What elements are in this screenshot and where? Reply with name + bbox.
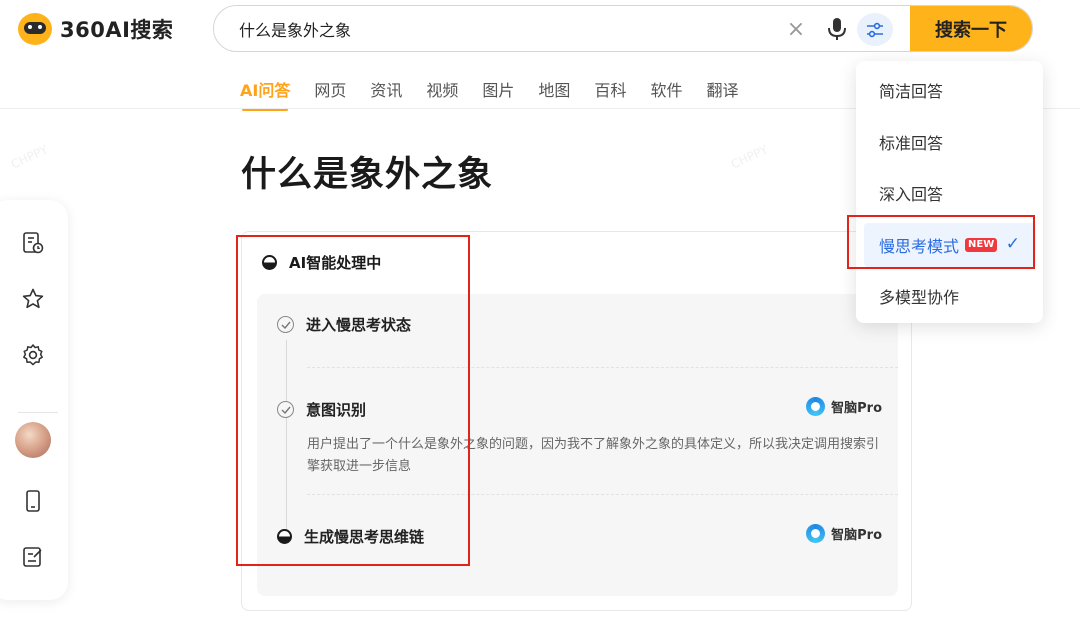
star-icon[interactable] xyxy=(20,286,46,312)
avatar[interactable] xyxy=(15,422,51,458)
watermark: CHPPY xyxy=(8,142,51,172)
zhinao-logo-icon xyxy=(806,397,826,416)
check-circle-icon xyxy=(277,401,294,418)
mode-option-label: 慢思考模式 xyxy=(879,237,960,256)
step-title: 意图识别 xyxy=(306,401,367,419)
tab-ai-qa[interactable]: AI问答 xyxy=(240,77,290,111)
step-connector-line xyxy=(286,340,287,536)
tab-images[interactable]: 图片 xyxy=(482,77,514,105)
ai-answer-card: AI智能处理中 进入慢思考状态 意图识别 智脑Pro 用户提出了一个什么是象外之… xyxy=(241,231,912,611)
model-name: 智脑Pro xyxy=(831,528,882,543)
search-button[interactable]: 搜索一下 xyxy=(910,6,1032,51)
page-title: 什么是象外之象 xyxy=(241,155,494,195)
model-name: 智脑Pro xyxy=(831,401,882,416)
tab-news[interactable]: 资讯 xyxy=(370,77,402,105)
checkmark-icon: ✓ xyxy=(1005,234,1020,254)
answer-mode-button[interactable] xyxy=(857,13,893,46)
logo[interactable]: 360AI搜索 xyxy=(18,12,173,46)
step-title: 生成慢思考思维链 xyxy=(304,528,425,546)
half-circle-icon xyxy=(277,529,292,544)
sliders-icon xyxy=(867,22,883,37)
tab-translate[interactable]: 翻译 xyxy=(706,77,738,105)
tab-baike[interactable]: 百科 xyxy=(594,77,626,105)
microphone-icon[interactable] xyxy=(826,17,848,41)
zhinao-logo-icon xyxy=(806,524,826,543)
left-sidebar xyxy=(0,200,68,600)
status-text: AI智能处理中 xyxy=(289,254,382,272)
mode-option-slow-thinking[interactable]: 慢思考模式 NEW ✓ xyxy=(864,223,1036,267)
check-circle-icon xyxy=(277,316,294,333)
tab-maps[interactable]: 地图 xyxy=(538,77,570,105)
sidebar-divider xyxy=(18,412,58,413)
logo-text: 360AI搜索 xyxy=(60,18,174,42)
tab-video[interactable]: 视频 xyxy=(426,77,458,105)
search-input[interactable] xyxy=(239,6,759,51)
new-badge: NEW xyxy=(965,238,998,252)
step-head[interactable]: 进入慢思考状态 xyxy=(277,314,411,335)
history-icon[interactable] xyxy=(20,230,46,256)
mode-option-multi-model[interactable]: 多模型协作 xyxy=(856,274,1043,318)
edit-icon[interactable] xyxy=(20,544,46,570)
step-separator xyxy=(307,494,898,495)
mode-option-deep[interactable]: 深入回答 xyxy=(856,171,1043,215)
search-tabs: AI问答 网页 资讯 视频 图片 地图 百科 软件 翻译 xyxy=(240,77,762,111)
mode-option-concise[interactable]: 简洁回答 xyxy=(856,68,1043,112)
search-box: × 搜索一下 xyxy=(213,5,1033,52)
step-title: 进入慢思考状态 xyxy=(306,316,412,334)
thinking-steps-panel: 进入慢思考状态 意图识别 智脑Pro 用户提出了一个什么是象外之象的问题，因为我… xyxy=(257,294,898,596)
watermark: CHPPY xyxy=(728,142,771,172)
answer-mode-dropdown: 简洁回答 标准回答 深入回答 慢思考模式 NEW ✓ 多模型协作 xyxy=(856,61,1043,323)
clear-icon[interactable]: × xyxy=(785,17,807,42)
half-circle-icon xyxy=(262,255,277,270)
model-badge: 智脑Pro xyxy=(806,524,882,543)
phone-icon[interactable] xyxy=(20,488,46,514)
step-head[interactable]: 生成慢思考思维链 xyxy=(277,526,424,547)
status-row: AI智能处理中 xyxy=(262,252,381,273)
logo-mark-icon xyxy=(18,13,52,45)
step-head[interactable]: 意图识别 xyxy=(277,399,366,420)
tab-software[interactable]: 软件 xyxy=(650,77,682,105)
gear-icon[interactable] xyxy=(20,342,46,368)
model-badge: 智脑Pro xyxy=(806,397,882,416)
tab-web[interactable]: 网页 xyxy=(314,77,346,105)
mode-option-standard[interactable]: 标准回答 xyxy=(856,120,1043,164)
step-separator xyxy=(307,367,898,368)
step-description: 用户提出了一个什么是象外之象的问题，因为我不了解象外之象的具体定义，所以我决定调… xyxy=(307,437,880,474)
